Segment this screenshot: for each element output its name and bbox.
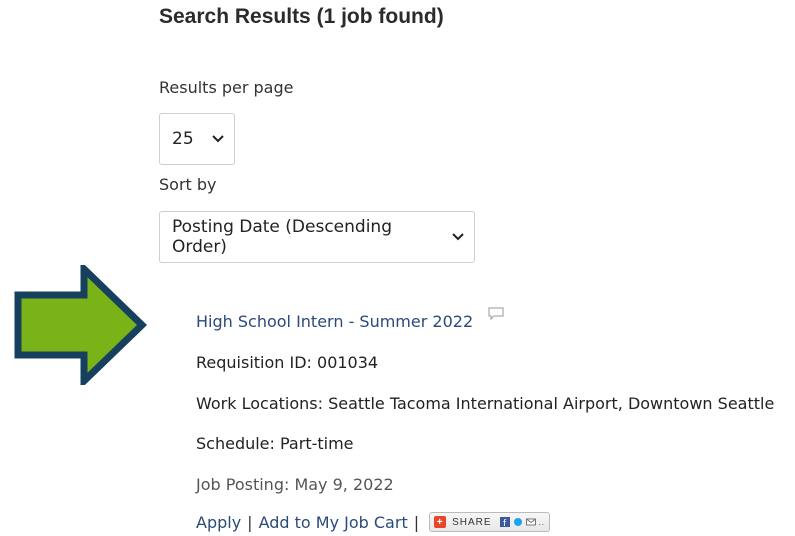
page-title: Search Results (1 job found) — [159, 5, 444, 28]
add-to-job-cart-link[interactable]: Add to My Job Cart — [259, 513, 408, 532]
job-title-link[interactable]: High School Intern - Summer 2022 — [196, 312, 473, 331]
facebook-icon: f — [499, 517, 510, 527]
separator: | — [413, 512, 420, 532]
results-per-page-select[interactable]: 25 — [159, 113, 235, 165]
chevron-down-icon — [212, 135, 224, 143]
apply-link[interactable]: Apply — [196, 513, 241, 532]
results-per-page-value: 25 — [172, 129, 194, 149]
job-result: High School Intern - Summer 2022 — [196, 307, 504, 331]
search-results-page: Search Results (1 job found) Results per… — [0, 0, 795, 536]
results-per-page-label: Results per page — [159, 78, 294, 97]
email-icon — [525, 518, 536, 526]
work-locations: Work Locations: Seattle Tacoma Internati… — [196, 394, 775, 413]
separator: | — [247, 512, 253, 532]
more-icon: .. — [538, 517, 546, 527]
green-arrow-icon — [14, 265, 148, 385]
requisition-id: Requisition ID: 001034 — [196, 353, 379, 372]
svg-text:f: f — [503, 519, 507, 527]
sort-by-select[interactable]: Posting Date (Descending Order) — [159, 211, 475, 263]
plus-icon: + — [434, 516, 447, 528]
share-button[interactable]: + SHARE f .. — [429, 512, 551, 532]
share-label: SHARE — [452, 516, 492, 528]
chevron-down-icon — [452, 233, 464, 241]
job-actions: Apply | Add to My Job Cart | + SHARE f .… — [196, 512, 551, 532]
comment-bubble-icon[interactable] — [488, 306, 504, 325]
sort-by-label: Sort by — [159, 175, 217, 194]
job-posting-date: Job Posting: May 9, 2022 — [196, 475, 394, 494]
sort-by-value: Posting Date (Descending Order) — [172, 217, 392, 257]
schedule: Schedule: Part-time — [196, 434, 354, 453]
twitter-icon — [513, 518, 522, 526]
